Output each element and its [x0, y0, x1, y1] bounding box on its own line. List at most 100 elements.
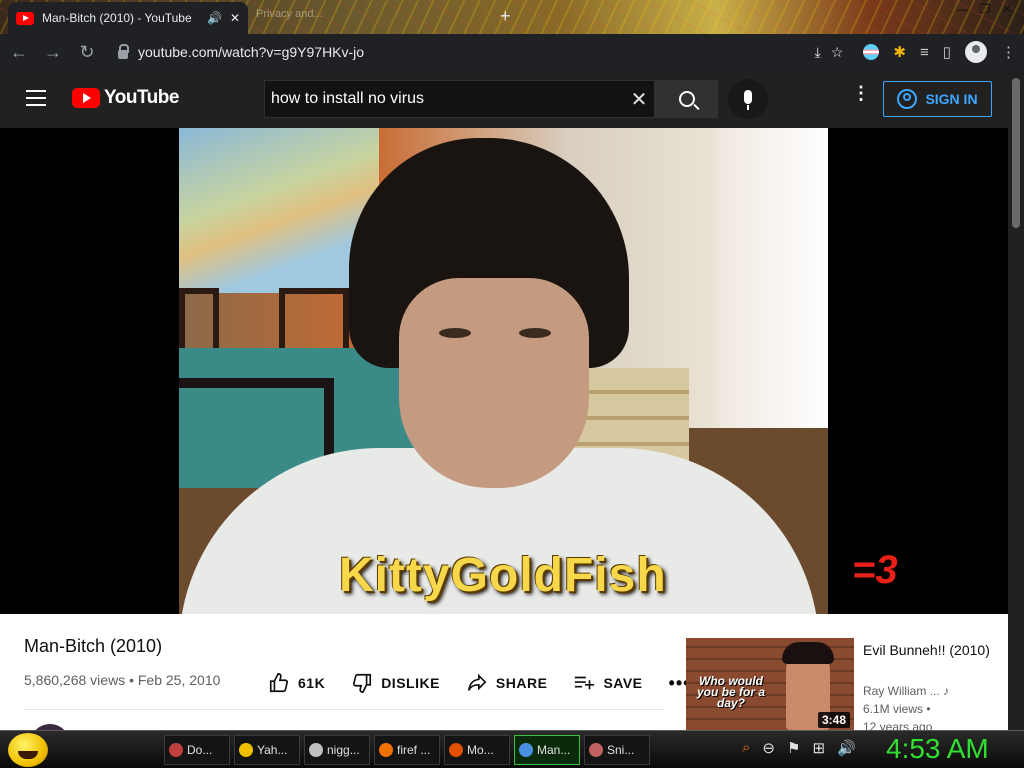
sign-in-label: SIGN IN [925, 91, 978, 107]
video-title: Man-Bitch (2010) [24, 636, 163, 656]
url-text[interactable]: youtube.com/watch?v=g9Y97HKv-jo [138, 44, 805, 60]
youtube-play-logo-icon [72, 88, 100, 108]
extension-flag-icon[interactable] [863, 44, 880, 60]
new-tab-button[interactable]: + [500, 6, 511, 27]
taskbar-item[interactable]: Sni... [584, 735, 650, 765]
taskbar-item-label: Do... [187, 743, 213, 757]
view-count: 5,860,268 views [24, 672, 126, 688]
video-frame[interactable]: KittyGoldFish [179, 128, 828, 614]
like-count: 61K [298, 675, 326, 691]
back-button[interactable]: ← [8, 42, 30, 63]
taskbar-item[interactable]: Mo... [444, 735, 510, 765]
side-panel-icon[interactable]: ▯ [943, 43, 951, 61]
dislike-label: DISLIKE [381, 675, 440, 691]
system-tray: ⌕ ⊖ ⚑ ⊞ 🔊 [742, 739, 856, 757]
youtube-logo[interactable]: YouTube [72, 87, 179, 109]
browser-menu-icon[interactable]: ⋮ [1001, 43, 1016, 61]
video-info-area: Man-Bitch (2010) 5,860,268 views • Feb 2… [0, 614, 1008, 764]
tray-flag-icon[interactable]: ⚑ [787, 739, 800, 757]
window-controls: — ❐ ✕ [946, 0, 1024, 18]
lock-icon[interactable] [118, 43, 129, 59]
taskbar-item-label: nigg... [327, 743, 360, 757]
taskbar-item[interactable]: Yah... [234, 735, 300, 765]
playlist-add-icon [575, 676, 595, 690]
close-window-button[interactable]: ✕ [998, 2, 1016, 16]
taskbar-item-label: Sni... [607, 743, 635, 757]
extensions-area: ✱ ≡ ▯ ⋮ [863, 41, 1016, 63]
voice-search-button[interactable] [728, 79, 768, 119]
forward-button[interactable]: → [42, 42, 64, 63]
share-arrow-icon [467, 673, 487, 691]
youtube-header: YouTube how to install no virus ✕ ⋮ SIGN… [0, 70, 1008, 128]
taskbar-item-label: Man... [537, 743, 571, 757]
tab-audio-icon[interactable]: 🔊 [207, 11, 222, 25]
reload-button[interactable]: ↻ [76, 42, 98, 63]
face [399, 278, 589, 488]
browser-toolbar: ← → ↻ youtube.com/watch?v=g9Y97HKv-jo ⤓ … [0, 34, 1024, 70]
video-player[interactable]: KittyGoldFish =3 [0, 128, 1008, 614]
maximize-button[interactable]: ❐ [976, 2, 994, 16]
clear-search-icon[interactable]: ✕ [624, 87, 654, 112]
taskbar-clock[interactable]: 4:53 AM [886, 733, 989, 765]
page-scrollbar[interactable] [1008, 70, 1024, 730]
taskbar-app-icon [169, 743, 183, 757]
bright-window [719, 128, 828, 428]
media-playlist-icon[interactable]: ≡ [920, 44, 929, 61]
save-label: SAVE [603, 675, 643, 691]
eye [519, 328, 551, 338]
tab-close-icon[interactable]: ✕ [230, 11, 240, 25]
taskbar-item-label: Mo... [467, 743, 494, 757]
duration-badge: 3:48 [817, 712, 850, 728]
sign-in-button[interactable]: SIGN IN [883, 81, 992, 117]
search-button[interactable] [655, 80, 718, 118]
start-button-smiley-icon[interactable] [8, 733, 48, 767]
video-watermark: =3 [852, 548, 898, 592]
chair [179, 288, 219, 348]
taskbar-item-label: Yah... [257, 743, 288, 757]
thumbs-up-icon [269, 673, 289, 693]
window-titlebar: Man-Bitch (2010) - YouTube 🔊 ✕ Privacy a… [0, 0, 1024, 34]
recommended-channel[interactable]: Ray William ... ♪ [863, 684, 949, 698]
youtube-logo-text: YouTube [104, 87, 179, 108]
search-input[interactable]: how to install no virus [271, 90, 624, 108]
channel-name: Ray William ... [863, 684, 940, 698]
tab-inactive[interactable]: Privacy and... [256, 8, 323, 20]
tray-search-icon[interactable]: ⌕ [742, 739, 750, 757]
tray-volume-icon[interactable]: 🔊 [837, 739, 856, 757]
thumbnail-text: Who would you be for a day? [696, 674, 765, 710]
taskbar-item[interactable]: nigg... [304, 735, 370, 765]
tab-title: Man-Bitch (2010) - YouTube [42, 11, 192, 25]
taskbar-app-icon [309, 743, 323, 757]
install-app-icon[interactable]: ⤓ [815, 44, 821, 61]
search-box[interactable]: how to install no virus ✕ [264, 80, 655, 118]
person-on-camera [179, 128, 819, 614]
taskbar-apps: Do... Yah... nigg... firef ... Mo... Man... Sn… [164, 735, 650, 765]
taskbar-item[interactable]: Do... [164, 735, 230, 765]
bookmark-star-icon[interactable]: ☆ [831, 44, 844, 61]
tray-network-icon[interactable]: ⊞ [812, 739, 825, 757]
extensions-puzzle-icon[interactable]: ✱ [893, 43, 906, 61]
minimize-button[interactable]: — [954, 2, 972, 16]
dislike-button[interactable]: DISLIKE [351, 672, 440, 694]
settings-kebab-icon[interactable]: ⋮ [852, 84, 870, 102]
save-button[interactable]: SAVE [573, 672, 642, 694]
taskbar-app-icon [239, 743, 253, 757]
user-circle-icon [897, 89, 918, 109]
video-actions: 61K DISLIKE SHARE SAVE ••• [268, 672, 690, 694]
recommended-title[interactable]: Evil Bunneh!! (2010) [863, 640, 1003, 660]
recommended-views: 6.1M views • [863, 702, 931, 716]
taskbar-item[interactable]: Man... [514, 735, 580, 765]
recommended-thumbnail[interactable]: Who would you be for a day? 3:48 [686, 638, 854, 730]
address-bar[interactable]: youtube.com/watch?v=g9Y97HKv-jo ⤓ ☆ [110, 38, 852, 66]
recommended-video[interactable]: Who would you be for a day? 3:48 Evil Bu… [686, 638, 1006, 734]
scrollbar-thumb[interactable] [1012, 78, 1020, 228]
os-taskbar: Do... Yah... nigg... firef ... Mo... Man... Sn… [0, 730, 1024, 768]
taskbar-item[interactable]: firef ... [374, 735, 440, 765]
music-note-icon: ♪ [943, 684, 950, 698]
tray-minus-icon[interactable]: ⊖ [762, 739, 775, 757]
hamburger-menu-icon[interactable] [26, 90, 46, 106]
share-button[interactable]: SHARE [466, 672, 548, 694]
like-button[interactable]: 61K [268, 672, 325, 694]
profile-avatar-icon[interactable] [965, 41, 987, 63]
tab-active[interactable]: Man-Bitch (2010) - YouTube 🔊 ✕ [8, 2, 248, 34]
